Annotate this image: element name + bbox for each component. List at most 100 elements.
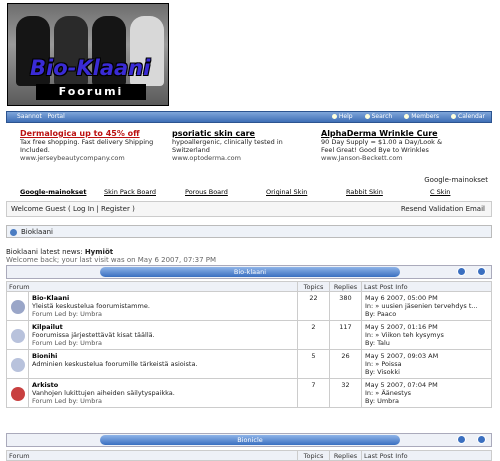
nav-members[interactable]: Members <box>404 112 439 122</box>
category-bar[interactable]: Bioklaani <box>6 225 492 238</box>
forum-desc: Adminien keskustelua foorumille tärkeist… <box>32 360 198 368</box>
nav-search[interactable]: Search <box>364 112 392 122</box>
table-header: Forum Topics Replies Last Post Info <box>6 450 492 461</box>
help-icon <box>331 114 337 119</box>
last-post-topic[interactable]: In: » Viikon teh kysymys <box>365 331 488 339</box>
col-replies: Replies <box>329 450 362 461</box>
last-post-author[interactable]: By: Visokki <box>365 368 488 376</box>
latest-news: Bioklaani latest news: Hymiöt <box>6 248 113 256</box>
last-post-date: May 5 2007, 07:04 PM <box>365 381 438 389</box>
last-post-author[interactable]: By: Paaco <box>365 310 488 318</box>
link-c-skin[interactable]: C Skin <box>430 188 450 196</box>
collapse-icon[interactable] <box>457 435 466 444</box>
ad-text: hypoallergenic, clinically tested in <box>172 138 283 146</box>
navbar-left: Saannot Portal <box>17 112 65 122</box>
col-last-post: Last Post Info <box>361 450 492 461</box>
col-forum: Forum <box>6 281 298 292</box>
last-post-author[interactable]: By: Umbra <box>365 397 488 405</box>
table-row: Bionihi Adminien keskustelua foorumille t… <box>6 349 492 379</box>
last-visit-text: Welcome back; your last visit was on May… <box>6 256 217 264</box>
ad-headline[interactable]: psoriatic skin care <box>172 130 322 138</box>
ad-url[interactable]: www.optoderma.com <box>172 154 322 162</box>
link-rabbit[interactable]: Rabbit Skin <box>346 188 383 196</box>
welcome-text[interactable]: Welcome Guest ( Log In | Register ) <box>11 205 135 213</box>
last-post-topic[interactable]: In: » uusien jäsenien tervehdys t... <box>365 302 488 310</box>
col-forum: Forum <box>6 450 298 461</box>
topics-count: 2 <box>297 320 330 350</box>
forum-name[interactable]: Kilpailut <box>32 323 294 331</box>
nav-link-portal[interactable]: Portal <box>48 113 65 120</box>
link-google-ads[interactable]: Google-mainokset <box>20 188 86 196</box>
section-header-bioklaani: Bio-klaani <box>6 265 492 279</box>
news-item-link[interactable]: Hymiöt <box>85 248 113 256</box>
forum-name[interactable]: Bio-Klaani <box>32 294 294 302</box>
replies-count: 32 <box>329 378 362 408</box>
members-icon <box>404 114 410 119</box>
replies-count: 117 <box>329 320 362 350</box>
forum-name[interactable]: Bionihi <box>32 352 294 360</box>
ad-item[interactable]: Dermalogica up to 45% off Tax free shopp… <box>20 130 170 163</box>
top-navbar: Saannot Portal Help Search Members Calen… <box>6 111 492 123</box>
last-post-date: May 5 2007, 01:16 PM <box>365 323 438 331</box>
nav-calendar[interactable]: Calendar <box>451 112 485 122</box>
forum-led: Forum Led by: Umbra <box>32 339 102 347</box>
ad-block: Dermalogica up to 45% off Tax free shopp… <box>20 130 490 174</box>
search-icon <box>364 114 370 119</box>
link-original[interactable]: Original Skin <box>266 188 307 196</box>
ad-headline[interactable]: AlphaDerma Wrinkle Cure <box>321 130 471 138</box>
forum-led: Forum Led by: Umbra <box>32 310 102 318</box>
forum-name[interactable]: Arkisto <box>32 381 294 389</box>
last-post-author[interactable]: By: Talu <box>365 339 488 347</box>
table-row: Bio-Klaani Yleistä keskustelua foorumista… <box>6 291 492 321</box>
forum-status-icon <box>6 320 29 350</box>
last-post-date: May 5 2007, 09:03 AM <box>365 352 439 360</box>
replies-count: 26 <box>329 349 362 379</box>
col-topics: Topics <box>297 450 330 461</box>
ad-text: 90 Day Supply = $1.00 a Day/Look & <box>321 138 443 146</box>
replies-count: 380 <box>329 291 362 321</box>
topics-count: 5 <box>297 349 330 379</box>
topics-count: 22 <box>297 291 330 321</box>
col-replies: Replies <box>329 281 362 292</box>
navbar-right: Help Search Members Calendar <box>331 112 485 122</box>
collapse-icon[interactable] <box>457 267 466 276</box>
expand-icon[interactable] <box>477 267 486 276</box>
table-row: Kilpailut Foorumissa järjestettävät kisat… <box>6 320 492 350</box>
ad-text: Switzerland <box>172 146 210 154</box>
link-porous[interactable]: Porous Board <box>185 188 228 196</box>
nav-link-rules[interactable]: Saannot <box>17 113 42 120</box>
col-last-post: Last Post Info <box>361 281 492 292</box>
news-label: Bioklaani latest news: <box>6 248 83 256</box>
forum-logo[interactable]: Bio-Klaani Foorumi <box>7 3 169 106</box>
play-icon <box>10 229 17 236</box>
last-post-topic[interactable]: In: » Äänestys <box>365 389 488 397</box>
forum-status-icon <box>6 349 29 379</box>
category-title: Bioklaani <box>21 228 53 236</box>
ad-url[interactable]: www.jerseybeautycompany.com <box>20 154 170 162</box>
logo-subtitle: Foorumi <box>36 84 146 100</box>
forum-desc: Vanhojen lukittujen aiheiden säilytyspai… <box>32 389 175 397</box>
last-post-topic[interactable]: In: » Poissa <box>365 360 488 368</box>
link-skin-pack[interactable]: Skin Pack Board <box>104 188 156 196</box>
section-title[interactable]: Bio-klaani <box>100 267 400 277</box>
google-ads-label[interactable]: Google-mainokset <box>424 176 488 184</box>
calendar-icon <box>451 114 457 119</box>
section-title[interactable]: Bionicle <box>100 435 400 445</box>
ad-url[interactable]: www.Janson-Beckett.com <box>321 154 471 162</box>
forum-status-icon <box>6 378 29 408</box>
ad-headline[interactable]: Dermalogica up to 45% off <box>20 130 170 138</box>
expand-icon[interactable] <box>477 435 486 444</box>
forum-table-bioklaani: Forum Topics Replies Last Post Info Bio-… <box>6 281 492 408</box>
welcome-bar: Welcome Guest ( Log In | Register ) Rese… <box>6 201 492 217</box>
nav-help[interactable]: Help <box>331 112 353 122</box>
ad-text: Feel Great! Good Bye to Wrinkles <box>321 146 429 154</box>
ad-item[interactable]: psoriatic skin care hypoallergenic, clin… <box>172 130 322 163</box>
forum-status-icon <box>6 291 29 321</box>
forum-table-bionicle: Forum Topics Replies Last Post Info <box>6 450 492 461</box>
last-post-date: May 6 2007, 05:00 PM <box>365 294 438 302</box>
resend-validation-link[interactable]: Resend Validation Email <box>401 202 485 217</box>
forum-desc: Yleistä keskustelua foorumistamme. <box>32 302 150 310</box>
section-header-bionicle: Bionicle <box>6 433 492 447</box>
ad-item[interactable]: AlphaDerma Wrinkle Cure 90 Day Supply = … <box>321 130 471 163</box>
table-row: Arkisto Vanhojen lukittujen aiheiden säil… <box>6 378 492 408</box>
